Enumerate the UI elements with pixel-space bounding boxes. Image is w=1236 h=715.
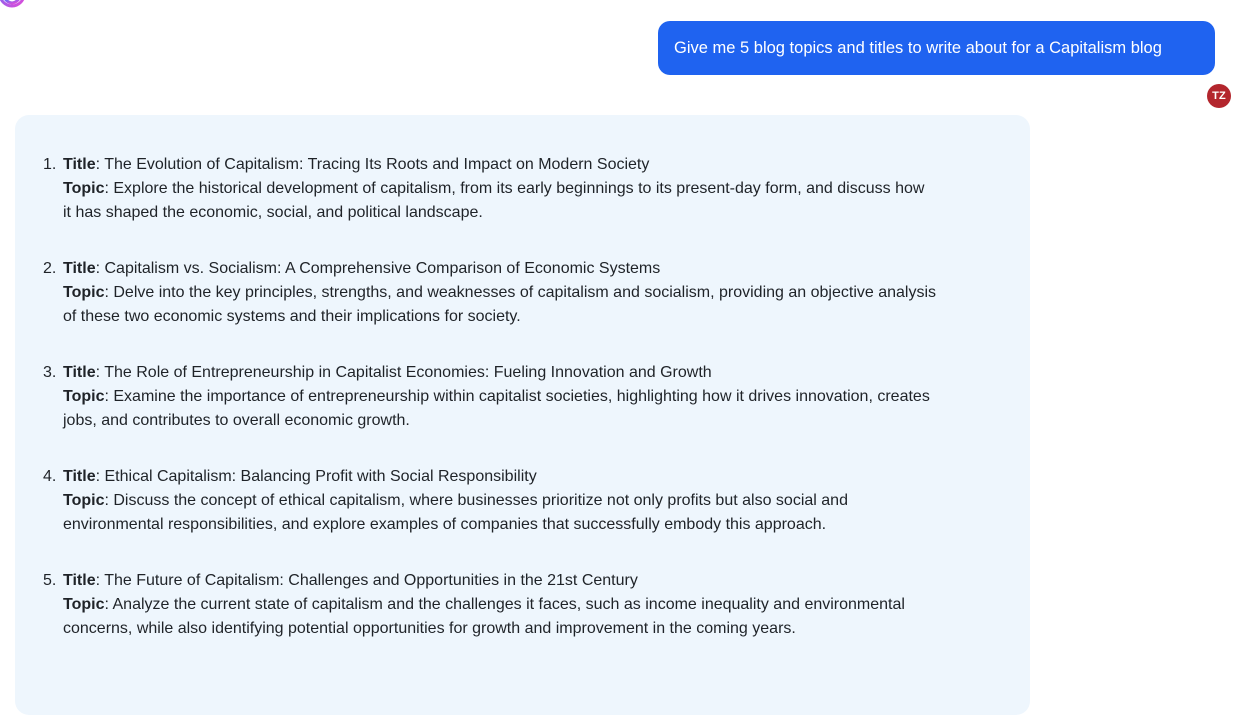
item-title: The Evolution of Capitalism: Tracing Its… — [104, 156, 650, 173]
list-item: 1. Title: The Evolution of Capitalism: T… — [15, 153, 1015, 225]
item-title: Ethical Capitalism: Balancing Profit wit… — [104, 468, 537, 485]
item-topic-text-continued: of these two economic systems and their … — [63, 308, 521, 325]
item-topic-line: Topic: Explore the historical developmen… — [63, 180, 925, 197]
user-avatar[interactable]: TZ — [1207, 84, 1231, 108]
item-number: 4. — [43, 468, 57, 485]
item-title-line: Title: The Evolution of Capitalism: Trac… — [63, 156, 650, 173]
item-title-line: Title: The Role of Entrepreneurship in C… — [63, 364, 712, 381]
list-item: 2. Title: Capitalism vs. Socialism: A Co… — [15, 257, 1015, 329]
item-topic-text: Explore the historical development of ca… — [113, 180, 925, 197]
item-topic-text: Analyze the current state of capitalism … — [112, 596, 905, 613]
item-title: Capitalism vs. Socialism: A Comprehensiv… — [104, 260, 661, 277]
item-title-line: Title: Ethical Capitalism: Balancing Pro… — [63, 468, 537, 485]
item-topic-line: Topic: Examine the importance of entrepr… — [63, 388, 930, 405]
user-avatar-initials: TZ — [1212, 90, 1226, 102]
item-topic-text: Delve into the key principles, strengths… — [113, 284, 937, 301]
list-item: 5. Title: The Future of Capitalism: Chal… — [15, 569, 1015, 641]
item-topic-text-continued: jobs, and contributes to overall economi… — [63, 412, 410, 429]
item-topic-text: Examine the importance of entrepreneursh… — [113, 388, 930, 405]
item-topic-line: Topic: Discuss the concept of ethical ca… — [63, 492, 848, 509]
topic-label: Topic — [63, 284, 105, 301]
list-item: 3. Title: The Role of Entrepreneurship i… — [15, 361, 1015, 433]
user-message-text: Give me 5 blog topics and titles to writ… — [674, 38, 1162, 57]
topic-label: Topic — [63, 388, 105, 405]
title-label: Title — [63, 260, 96, 277]
item-title: The Future of Capitalism: Challenges and… — [104, 572, 638, 589]
item-number: 1. — [43, 156, 57, 173]
item-topic-text-continued: it has shaped the economic, social, and … — [63, 204, 483, 221]
assistant-logo-icon — [0, 0, 25, 8]
item-topic-text-continued: concerns, while also identifying potenti… — [63, 620, 796, 637]
title-label: Title — [63, 364, 96, 381]
item-topic-line: Topic: Analyze the current state of capi… — [63, 596, 905, 613]
item-number: 2. — [43, 260, 57, 277]
topic-label: Topic — [63, 596, 105, 613]
assistant-response-panel: 1. Title: The Evolution of Capitalism: T… — [15, 115, 1030, 715]
item-title: The Role of Entrepreneurship in Capitali… — [104, 364, 712, 381]
title-label: Title — [63, 468, 96, 485]
user-message-bubble: Give me 5 blog topics and titles to writ… — [658, 21, 1215, 75]
item-title-line: Title: The Future of Capitalism: Challen… — [63, 572, 638, 589]
item-number: 5. — [43, 572, 57, 589]
title-label: Title — [63, 572, 96, 589]
list-item: 4. Title: Ethical Capitalism: Balancing … — [15, 465, 1015, 537]
item-number: 3. — [43, 364, 57, 381]
title-label: Title — [63, 156, 96, 173]
item-topic-text: Discuss the concept of ethical capitalis… — [113, 492, 848, 509]
item-topic-text-continued: environmental responsibilities, and expl… — [63, 516, 827, 533]
blog-topic-list: 1. Title: The Evolution of Capitalism: T… — [15, 153, 1015, 673]
item-topic-line: Topic: Delve into the key principles, st… — [63, 284, 937, 301]
topic-label: Topic — [63, 180, 105, 197]
topic-label: Topic — [63, 492, 105, 509]
item-title-line: Title: Capitalism vs. Socialism: A Compr… — [63, 260, 661, 277]
